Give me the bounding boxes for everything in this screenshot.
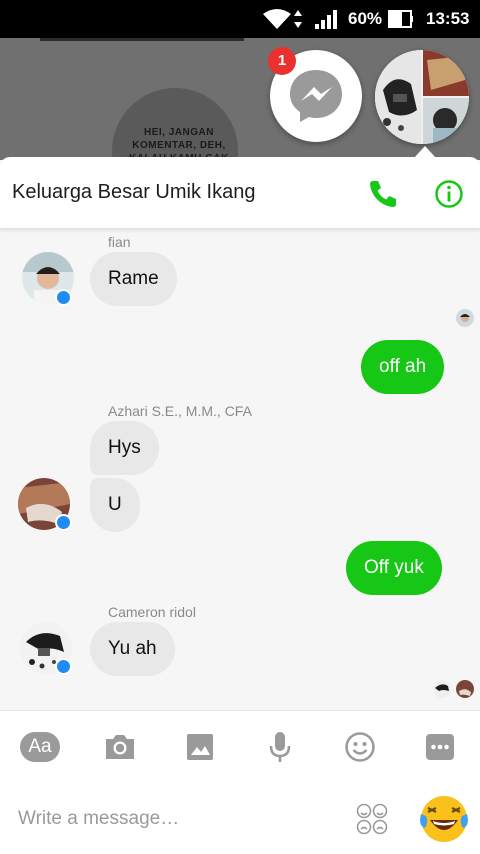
camera-button[interactable]	[100, 727, 140, 767]
messenger-badge-icon	[55, 289, 72, 306]
laughing-emoji-send-icon[interactable]	[418, 794, 470, 844]
text-mode-button[interactable]: Aa	[20, 727, 60, 767]
data-arrows-icon	[294, 10, 302, 28]
message-composer	[0, 784, 480, 854]
conversation-title[interactable]: Keluarga Besar Umik Ikang	[12, 181, 255, 204]
wifi-icon	[263, 9, 291, 29]
more-options-button[interactable]	[420, 727, 460, 767]
sticker-button[interactable]	[340, 727, 380, 767]
background-divider	[40, 38, 244, 41]
voice-button[interactable]	[260, 727, 300, 767]
call-icon[interactable]	[366, 177, 400, 211]
seen-avatar	[456, 680, 474, 698]
sender-name: Azhari S.E., M.M., CFA	[108, 403, 252, 419]
message-bubble[interactable]: Off yuk	[346, 541, 442, 595]
gallery-button[interactable]	[180, 727, 220, 767]
emoji-picker-icon[interactable]	[355, 802, 389, 836]
seen-avatar	[456, 309, 474, 327]
unread-badge: 1	[268, 47, 296, 75]
group-avatar-collage	[375, 50, 469, 144]
message-bubble[interactable]: Hys	[90, 421, 159, 475]
sender-name: Cameron ridol	[108, 604, 196, 620]
clock: 13:53	[426, 9, 470, 28]
conversation-header: Keluarga Besar Umik Ikang	[0, 157, 480, 229]
seen-avatar	[433, 680, 451, 698]
aa-label: Aa	[20, 732, 60, 762]
status-bar: 60% 13:53	[0, 0, 480, 38]
composer-toolbar: Aa	[0, 710, 480, 784]
message-bubble[interactable]: U	[90, 478, 140, 532]
more-icon	[426, 734, 454, 760]
group-chat-head[interactable]	[375, 50, 469, 144]
battery-percent: 60%	[348, 9, 383, 28]
message-bubble[interactable]: off ah	[361, 340, 445, 394]
message-bubble[interactable]: Rame	[90, 252, 177, 306]
camera-icon	[106, 735, 134, 759]
sender-name: fian	[108, 234, 131, 250]
messenger-badge-icon	[55, 658, 72, 675]
info-icon[interactable]	[432, 177, 466, 211]
microphone-icon	[269, 732, 291, 762]
battery-icon	[388, 10, 413, 28]
comic-text: HEI, JANGAN KOMENTAR, DEH, KALAU KAMU GA…	[129, 127, 228, 160]
message-bubble[interactable]: Yu ah	[90, 622, 175, 676]
messenger-badge-icon	[55, 514, 72, 531]
message-input[interactable]	[18, 804, 338, 834]
image-icon	[187, 734, 213, 760]
smiley-icon	[345, 732, 375, 762]
signal-icon	[315, 10, 337, 29]
